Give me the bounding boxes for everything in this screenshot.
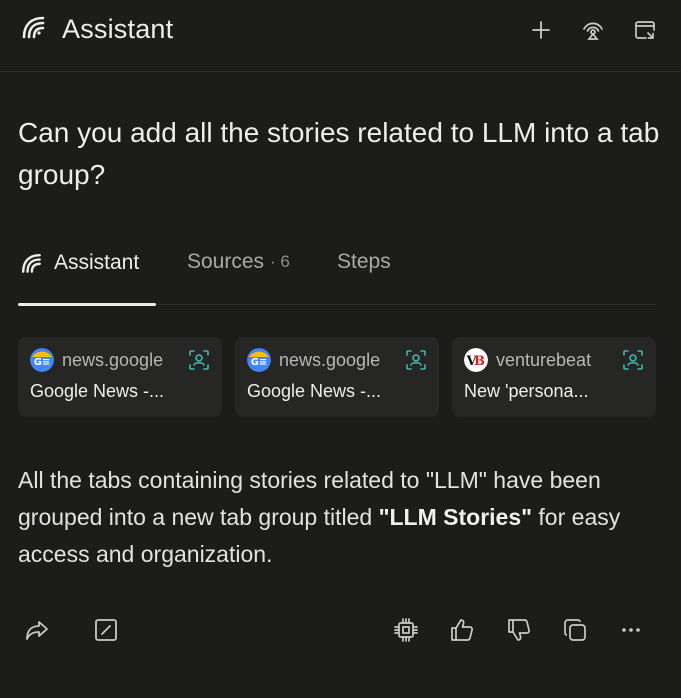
perplexity-swirl-icon xyxy=(21,253,41,273)
tab-sources[interactable]: Sources · 6 xyxy=(187,250,290,274)
page-scan-icon xyxy=(189,350,209,370)
header-actions xyxy=(527,16,659,44)
page-scan-icon xyxy=(623,350,643,370)
venturebeat-icon: V B xyxy=(464,348,488,372)
page-scan-icon xyxy=(406,350,426,370)
window-arrow-icon xyxy=(635,21,655,39)
edit-icon xyxy=(95,619,117,641)
brand: Assistant xyxy=(18,12,173,47)
svg-text:B: B xyxy=(474,354,485,369)
thumbs-down-button[interactable] xyxy=(503,614,535,646)
open-window-button[interactable] xyxy=(631,16,659,44)
thumbs-down-icon xyxy=(508,619,530,641)
tab-sources-count: · 6 xyxy=(270,252,290,271)
copy-button[interactable] xyxy=(559,614,591,646)
new-thread-button[interactable] xyxy=(527,16,555,44)
result-tabs: Assistant Sources · 6 Steps xyxy=(18,240,656,306)
tab-assistant[interactable]: Assistant xyxy=(18,250,139,276)
source-title: Google News -... xyxy=(247,381,382,401)
app-title: Assistant xyxy=(62,14,174,44)
active-tab-indicator xyxy=(18,303,156,306)
more-options-button[interactable] xyxy=(615,614,647,646)
source-domain: news.google xyxy=(279,349,381,370)
broadcast-button[interactable] xyxy=(579,16,607,44)
thumbs-up-icon xyxy=(451,619,473,641)
google-news-icon: G≡ xyxy=(247,348,271,372)
tab-steps-label: Steps xyxy=(337,250,391,273)
source-title: Google News -... xyxy=(30,381,165,401)
svg-text:G≡: G≡ xyxy=(251,357,268,368)
tab-sources-label: Sources xyxy=(187,250,265,273)
thumbs-up-button[interactable] xyxy=(446,614,478,646)
cpu-icon xyxy=(394,618,418,642)
source-card[interactable]: G≡ news.google Google News -... xyxy=(18,337,222,417)
more-icon xyxy=(622,628,640,632)
share-icon xyxy=(26,621,48,640)
perplexity-swirl-icon xyxy=(18,12,48,47)
source-title: New 'persona... xyxy=(464,381,589,401)
answer-group-name: "LLM Stories" xyxy=(378,504,533,530)
answer-text: All the tabs containing stories related … xyxy=(18,462,658,573)
tab-assistant-label: Assistant xyxy=(54,251,140,274)
copy-icon xyxy=(564,619,586,641)
source-domain: news.google xyxy=(62,349,164,370)
source-card[interactable]: V B venturebeat New 'persona... xyxy=(452,337,656,417)
header: Assistant xyxy=(0,0,681,72)
google-news-icon: G≡ xyxy=(30,348,54,372)
tab-steps[interactable]: Steps xyxy=(337,250,391,274)
plus-icon xyxy=(532,21,550,39)
model-button[interactable] xyxy=(390,614,422,646)
edit-button[interactable] xyxy=(90,614,122,646)
share-button[interactable] xyxy=(21,614,53,646)
source-domain: venturebeat xyxy=(496,349,592,370)
question-heading: Can you add all the stories related to L… xyxy=(18,117,660,190)
svg-text:G≡: G≡ xyxy=(34,357,51,368)
source-card[interactable]: G≡ news.google Google News -... xyxy=(235,337,439,417)
signal-icon xyxy=(583,22,603,40)
answer-actions xyxy=(0,614,681,650)
